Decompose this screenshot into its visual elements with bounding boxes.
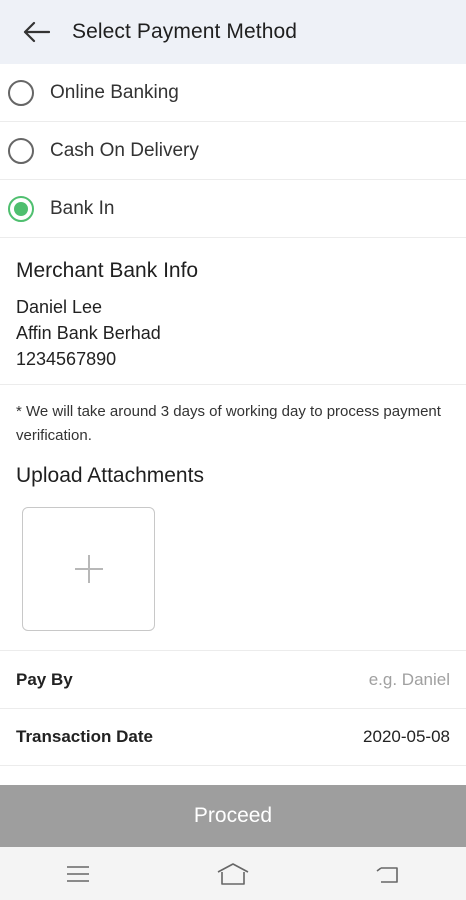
upload-attachments-title: Upload Attachments xyxy=(16,464,204,487)
page-title: Select Payment Method xyxy=(72,20,298,43)
menu-icon xyxy=(66,865,89,882)
payment-option-bank-in[interactable]: Bank In xyxy=(0,180,466,238)
transaction-date-label: Transaction Date xyxy=(16,727,153,746)
merchant-info-title: Merchant Bank Info xyxy=(16,259,199,282)
option-label-cash-on-delivery: Cash On Delivery xyxy=(50,139,199,161)
radio-online-banking[interactable] xyxy=(8,79,34,106)
option-label-online-banking: Online Banking xyxy=(50,81,179,103)
radio-cash-on-delivery[interactable] xyxy=(8,137,34,164)
payment-option-cash-on-delivery[interactable]: Cash On Delivery xyxy=(0,122,466,180)
merchant-bank: Affin Bank Berhad xyxy=(16,323,161,343)
verification-note: * We will take around 3 days of working … xyxy=(16,403,441,444)
proceed-label: Proceed xyxy=(193,804,273,827)
upload-attachment-button[interactable] xyxy=(22,507,155,631)
transaction-date-value[interactable]: 2020-05-08 xyxy=(363,727,450,747)
nav-home-button[interactable] xyxy=(193,847,273,900)
payment-option-online-banking[interactable]: Online Banking xyxy=(0,64,466,122)
app-bar: Select Payment Method xyxy=(0,0,466,64)
pay-by-input[interactable] xyxy=(250,669,450,690)
merchant-account: 1234567890 xyxy=(16,349,117,369)
transaction-date-row[interactable]: Transaction Date 2020-05-08 xyxy=(0,708,466,766)
arrow-left-icon xyxy=(23,21,50,43)
merchant-name: Daniel Lee xyxy=(16,297,103,317)
nav-menu-button[interactable] xyxy=(38,847,118,900)
home-icon xyxy=(217,862,249,885)
pay-by-row: Pay By xyxy=(0,650,466,708)
system-nav-bar xyxy=(0,847,466,900)
radio-selected-dot xyxy=(14,201,28,216)
plus-icon xyxy=(74,555,103,583)
proceed-button[interactable]: Proceed xyxy=(0,785,466,847)
back-button[interactable] xyxy=(0,0,72,64)
merchant-bank-info: Merchant Bank Info Daniel Lee Affin Bank… xyxy=(0,238,466,385)
option-label-bank-in: Bank In xyxy=(50,197,115,219)
nav-back-button[interactable] xyxy=(348,847,428,900)
radio-bank-in[interactable] xyxy=(8,195,34,222)
pay-by-label: Pay By xyxy=(16,669,73,689)
back-icon xyxy=(376,866,399,883)
